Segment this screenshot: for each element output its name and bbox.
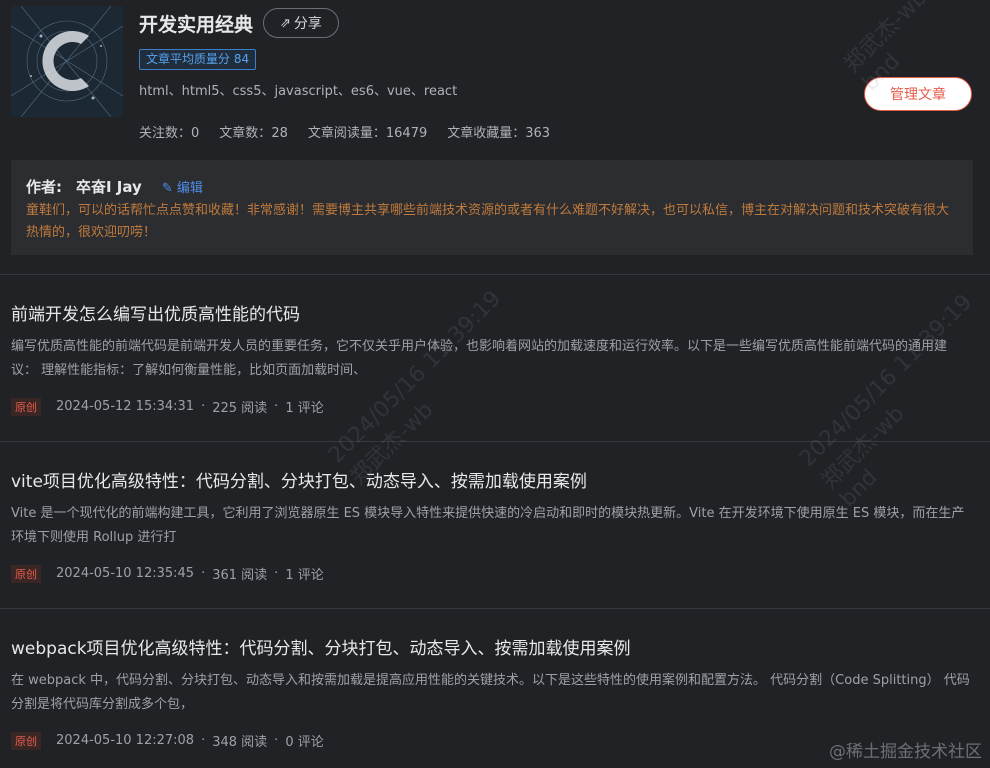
stat-read-count: 文章阅读量：16479 [307,126,428,141]
article-summary: 在 webpack 中，代码分割、分块打包、动态导入和按需加载是提高应用性能的关… [11,673,970,712]
column-stats: 关注数：0 文章数：28 文章阅读量：16479 文章收藏量：363 [139,122,570,141]
separator-dot: · [201,733,206,748]
article-comments: 1 评论 [285,568,324,583]
article-date: 2024-05-10 12:27:08 [56,733,195,748]
column-title: 开发实用经典 [139,13,254,36]
share-button-label: 分享 [293,16,322,32]
article-item[interactable]: 前端开发怎么编写出优质高性能的代码 编写优质高性能的前端代码是前端开发人员的重要… [11,300,971,420]
edit-author-link[interactable]: ✎ 编辑 [162,177,203,196]
article-reads: 348 阅读 [212,735,268,750]
site-watermark: @稀土掘金技术社区 [829,742,982,762]
edit-label: 编辑 [176,181,203,196]
author-description: 童鞋们，可以的话帮忙点点赞和收藏！非常感谢！需要博主共享哪些前端技术资源的或者有… [26,203,950,240]
article-comments: 0 评论 [285,735,324,750]
article-meta: 原创 2024-05-10 12:35:45 · 361 阅读 · 1 评论 [11,564,324,583]
column-header: 开发实用经典 ⇗ 分享 文章平均质量分 84 html、html5、css5、j… [0,0,990,160]
author-line: 作者: 卒奋Ⅰ Jay ✎ 编辑 [26,176,203,197]
author-label: 作者: [26,178,62,196]
article-meta: 原创 2024-05-10 12:27:08 · 348 阅读 · 0 评论 [11,731,324,750]
author-name[interactable]: 卒奋Ⅰ Jay [76,176,142,197]
original-badge: 原创 [11,397,41,416]
separator-dot: · [274,566,279,581]
article-reads: 225 阅读 [212,401,268,416]
article-summary: Vite 是一个现代化的前端构建工具，它利用了浏览器原生 ES 模块导入特性来提… [11,506,965,545]
article-title[interactable]: 前端开发怎么编写出优质高性能的代码 [11,300,971,325]
article-item[interactable]: vite项目优化高级特性：代码分割、分块打包、动态导入、按需加载使用案例 Vit… [11,467,971,587]
column-cover-image [11,6,123,117]
stat-article-count: 文章数：28 [219,126,288,141]
article-date: 2024-05-12 15:34:31 [56,399,195,414]
quality-score-badge: 文章平均质量分 84 [139,49,257,70]
article-meta: 原创 2024-05-12 15:34:31 · 225 阅读 · 1 评论 [11,397,324,416]
share-button[interactable]: ⇗ 分享 [263,8,339,38]
original-badge: 原创 [11,731,41,750]
separator-dot: · [201,566,206,581]
column-tags: html、html5、css5、javascript、es6、vue、react [139,84,458,99]
article-title[interactable]: webpack项目优化高级特性：代码分割、分块打包、动态导入、按需加载使用案例 [11,634,971,659]
separator-dot: · [274,733,279,748]
article-reads: 361 阅读 [212,568,268,583]
original-badge: 原创 [11,564,41,583]
article-title[interactable]: vite项目优化高级特性：代码分割、分块打包、动态导入、按需加载使用案例 [11,467,971,492]
share-icon: ⇗ [280,15,291,31]
stat-favorite-count: 文章收藏量：363 [447,126,551,141]
stat-followers: 关注数：0 [139,126,200,141]
separator-dot: · [274,399,279,414]
divider [0,608,990,609]
divider [0,441,990,442]
article-comments: 1 评论 [285,401,324,416]
pencil-icon: ✎ [161,181,173,196]
article-summary: 编写优质高性能的前端代码是前端开发人员的重要任务，它不仅关乎用户体验，也影响着网… [11,339,948,378]
column-title-row: 开发实用经典 ⇗ 分享 [139,8,339,38]
article-date: 2024-05-10 12:35:45 [56,566,195,581]
manage-articles-button[interactable]: 管理文章 [864,77,972,111]
separator-dot: · [201,399,206,414]
author-panel: 作者: 卒奋Ⅰ Jay ✎ 编辑 童鞋们，可以的话帮忙点点赞和收藏！非常感谢！需… [11,160,973,255]
divider [0,274,990,275]
article-item[interactable]: webpack项目优化高级特性：代码分割、分块打包、动态导入、按需加载使用案例 … [11,634,971,754]
